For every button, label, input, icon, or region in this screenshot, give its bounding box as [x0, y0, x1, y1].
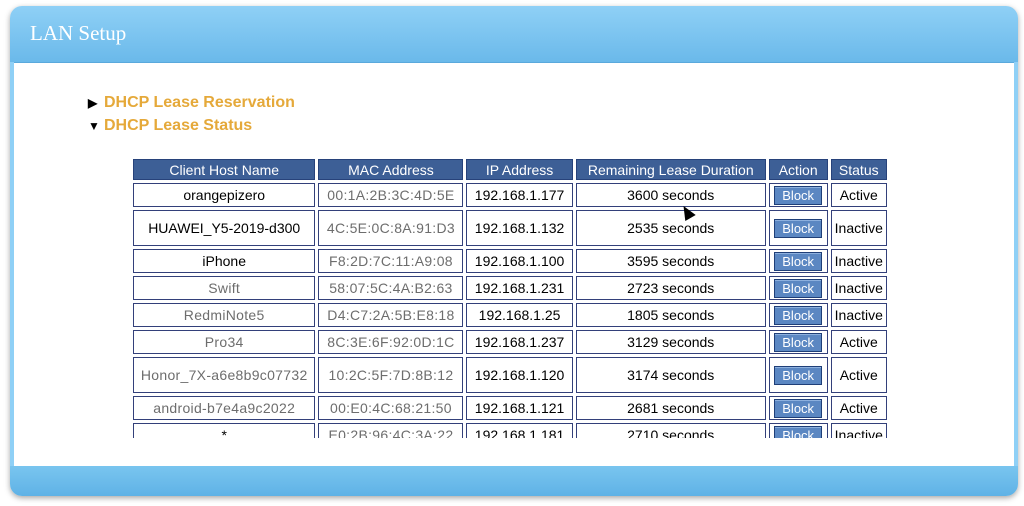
- table-row: Honor_7X-a6e8b9c07732 10:2C:5F:7D:8B:12 …: [133, 357, 887, 393]
- cell-status: Active: [830, 330, 887, 354]
- block-button[interactable]: Block: [774, 218, 823, 238]
- block-button[interactable]: Block: [774, 305, 823, 325]
- cell-action: Block: [768, 249, 828, 273]
- cell-action: Block: [768, 423, 828, 438]
- cell-mac: D4:C7:2A:5B:E8:18: [318, 303, 464, 327]
- table-header-row: Client Host Name MAC Address IP Address …: [133, 159, 887, 180]
- cell-status: Inactive: [830, 423, 887, 438]
- cell-ip: 192.168.1.25: [466, 303, 573, 327]
- cell-ip: 192.168.1.177: [466, 183, 573, 207]
- section-dhcp-lease-status[interactable]: ▼ DHCP Lease Status: [88, 117, 252, 135]
- cell-host: Pro34: [133, 330, 316, 354]
- cell-action: Block: [768, 330, 828, 354]
- cell-host: android-b7e4a9c2022: [133, 396, 316, 420]
- panel-header: LAN Setup: [10, 6, 1018, 63]
- cell-status: Inactive: [830, 210, 887, 246]
- column-header-lease: Remaining Lease Duration: [575, 159, 766, 180]
- cell-action: Block: [768, 303, 828, 327]
- triangle-right-icon: ▶: [88, 96, 98, 110]
- cell-mac: 58:07:5C:4A:B2:63: [318, 276, 464, 300]
- cell-lease: 2710 seconds: [575, 423, 766, 438]
- panel-right-edge: [1014, 62, 1018, 466]
- cell-mac: F8:2D:7C:11:A9:08: [318, 249, 464, 273]
- section-label: DHCP Lease Status: [104, 117, 253, 134]
- cell-mac: 4C:5E:0C:8A:91:D3: [318, 210, 464, 246]
- block-button[interactable]: Block: [774, 278, 823, 298]
- table-row: android-b7e4a9c2022 00:E0:4C:68:21:50 19…: [133, 396, 887, 420]
- cell-lease: 1805 seconds: [575, 303, 766, 327]
- table-row: HUAWEI_Y5-2019-d300 4C:5E:0C:8A:91:D3 19…: [133, 210, 887, 246]
- cell-mac: 00:1A:2B:3C:4D:5E: [318, 183, 464, 207]
- column-header-action: Action: [768, 159, 828, 180]
- cell-host: *: [133, 423, 316, 438]
- column-header-host: Client Host Name: [133, 159, 316, 180]
- table-row: Pro34 8C:3E:6F:92:0D:1C 192.168.1.237 31…: [133, 330, 887, 354]
- cell-status: Active: [830, 396, 887, 420]
- cell-status: Inactive: [830, 303, 887, 327]
- cell-lease: 3129 seconds: [575, 330, 766, 354]
- cell-status: Inactive: [830, 276, 887, 300]
- cell-host: iPhone: [133, 249, 316, 273]
- section-dhcp-lease-reservation[interactable]: ▶ DHCP Lease Reservation: [88, 94, 295, 112]
- cell-status: Active: [830, 357, 887, 393]
- table-row: Swift 58:07:5C:4A:B2:63 192.168.1.231 27…: [133, 276, 887, 300]
- column-header-mac: MAC Address: [318, 159, 464, 180]
- cell-action: Block: [768, 396, 828, 420]
- cell-host: HUAWEI_Y5-2019-d300: [133, 210, 316, 246]
- cell-ip: 192.168.1.181: [466, 423, 573, 438]
- cell-lease: 3174 seconds: [575, 357, 766, 393]
- cell-mac: 8C:3E:6F:92:0D:1C: [318, 330, 464, 354]
- cell-mac: 00:E0:4C:68:21:50: [318, 396, 464, 420]
- cell-ip: 192.168.1.132: [466, 210, 573, 246]
- cell-ip: 192.168.1.120: [466, 357, 573, 393]
- cell-host: Swift: [133, 276, 316, 300]
- cell-ip: 192.168.1.100: [466, 249, 573, 273]
- column-header-ip: IP Address: [466, 159, 573, 180]
- panel-left-edge: [10, 62, 14, 466]
- table-row: iPhone F8:2D:7C:11:A9:08 192.168.1.100 3…: [133, 249, 887, 273]
- table-row: * E0:2B:96:4C:3A:22 192.168.1.181 2710 s…: [133, 423, 887, 438]
- block-button[interactable]: Block: [774, 425, 823, 438]
- cell-status: Inactive: [830, 249, 887, 273]
- cell-lease: 2723 seconds: [575, 276, 766, 300]
- cell-lease: 2535 seconds: [575, 210, 766, 246]
- table-row: orangepizero 00:1A:2B:3C:4D:5E 192.168.1…: [133, 183, 887, 207]
- block-button[interactable]: Block: [774, 365, 823, 385]
- lease-table-scroll[interactable]: Client Host Name MAC Address IP Address …: [130, 156, 890, 438]
- cell-lease: 2681 seconds: [575, 396, 766, 420]
- cell-mac: 10:2C:5F:7D:8B:12: [318, 357, 464, 393]
- cell-lease: 3600 seconds: [575, 183, 766, 207]
- panel-footer: [10, 466, 1018, 496]
- section-label: DHCP Lease Reservation: [104, 94, 295, 111]
- page-title: LAN Setup: [30, 21, 127, 45]
- block-button[interactable]: Block: [774, 398, 823, 418]
- cell-host: Honor_7X-a6e8b9c07732: [133, 357, 316, 393]
- cell-status: Active: [830, 183, 887, 207]
- cell-action: Block: [768, 210, 828, 246]
- column-header-status: Status: [830, 159, 887, 180]
- cell-action: Block: [768, 276, 828, 300]
- cell-lease: 3595 seconds: [575, 249, 766, 273]
- table-row: RedmiNote5 D4:C7:2A:5B:E8:18 192.168.1.2…: [133, 303, 887, 327]
- cell-host: orangepizero: [133, 183, 316, 207]
- cell-action: Block: [768, 183, 828, 207]
- dhcp-lease-table: Client Host Name MAC Address IP Address …: [130, 156, 890, 438]
- block-button[interactable]: Block: [774, 185, 823, 205]
- cell-mac: E0:2B:96:4C:3A:22: [318, 423, 464, 438]
- block-button[interactable]: Block: [774, 251, 823, 271]
- block-button[interactable]: Block: [774, 332, 823, 352]
- cell-ip: 192.168.1.121: [466, 396, 573, 420]
- cell-ip: 192.168.1.237: [466, 330, 573, 354]
- lan-setup-panel: LAN Setup ▶ DHCP Lease Reservation ▼ DHC…: [10, 6, 1018, 496]
- cell-action: Block: [768, 357, 828, 393]
- cell-ip: 192.168.1.231: [466, 276, 573, 300]
- triangle-down-icon: ▼: [88, 119, 100, 133]
- cell-host: RedmiNote5: [133, 303, 316, 327]
